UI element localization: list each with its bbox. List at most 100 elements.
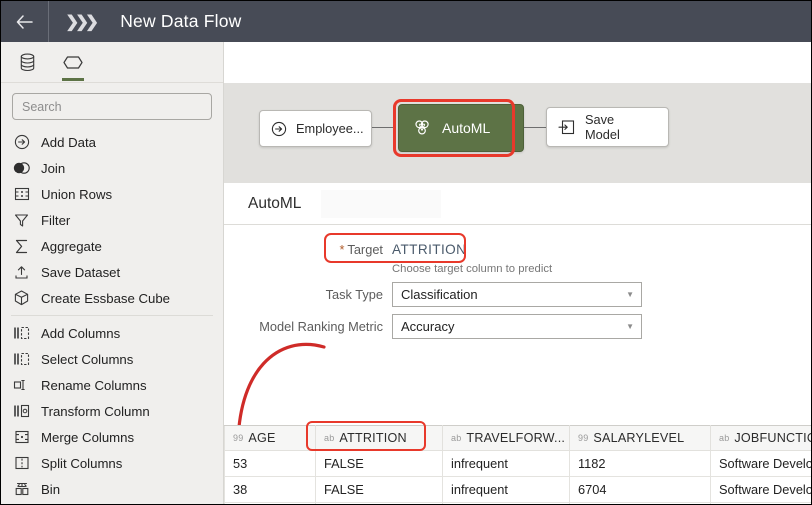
flow-node-employee[interactable]: Employee... xyxy=(259,110,372,147)
task-type-label: Task Type xyxy=(325,287,383,302)
sidebar-item-merge-columns[interactable]: Merge Columns xyxy=(1,424,223,450)
arrow-circle-icon xyxy=(12,133,31,152)
automl-form: * Target ATTRITION Choose target column t… xyxy=(224,225,811,339)
target-label-text: Target xyxy=(347,242,383,257)
sidebar-tab-database[interactable] xyxy=(13,47,41,77)
column-header-label: AGE xyxy=(248,431,276,445)
merge-columns-icon xyxy=(12,428,31,447)
column-type-mark: 99 xyxy=(233,433,244,443)
sidebar-item-transform-column[interactable]: Transform Column xyxy=(1,398,223,424)
sidebar-item-save-dataset[interactable]: Save Dataset xyxy=(1,259,223,285)
ranking-metric-label: Model Ranking Metric xyxy=(259,319,383,334)
target-value[interactable]: ATTRITION xyxy=(392,242,466,257)
database-icon xyxy=(20,53,34,71)
data-table: 99 AGE ab ATTRITION ab TRAVELFORW... 99 SALA… xyxy=(224,425,811,504)
cell: 1182 xyxy=(569,450,711,477)
sidebar-item-rename-columns[interactable]: Rename Columns xyxy=(1,372,223,398)
top-header-bar: ❯❯❯ New Data Flow xyxy=(1,1,811,42)
cube-icon xyxy=(12,289,31,308)
sidebar-item-add-data[interactable]: Add Data xyxy=(1,129,223,155)
column-header-salarylevel[interactable]: 99 SALARYLEVEL xyxy=(569,425,711,451)
sidebar-item-label: Select Columns xyxy=(41,351,134,367)
ranking-metric-select[interactable]: Accuracy ▼ xyxy=(392,314,642,339)
select-columns-icon xyxy=(12,350,31,369)
column-header-attrition[interactable]: ab ATTRITION xyxy=(315,425,443,451)
sidebar-item-label: Add Data xyxy=(41,134,96,150)
cell: Software Developer xyxy=(710,476,811,503)
sidebar-item-label: Union Rows xyxy=(41,186,113,202)
sidebar-item-label: Save Dataset xyxy=(41,264,121,280)
page-title: New Data Flow xyxy=(120,11,242,31)
sidebar-item-aggregate[interactable]: Aggregate xyxy=(1,233,223,259)
sidebar-item-bin[interactable]: Bin xyxy=(1,476,223,502)
panel-tab-filler xyxy=(321,189,442,218)
flow-node-label: Employee... xyxy=(296,120,364,136)
column-header-travelforwork[interactable]: ab TRAVELFORW... xyxy=(442,425,570,451)
automl-icon xyxy=(415,120,429,135)
cell: FALSE xyxy=(315,450,443,477)
column-header-jobfunction[interactable]: ab JOBFUNCTION xyxy=(710,425,811,451)
flow-node-label: AutoML xyxy=(442,119,491,136)
cell: infrequent xyxy=(442,476,570,503)
column-header-label: JOBFUNCTION xyxy=(734,431,811,445)
sigma-icon xyxy=(12,237,31,256)
double-chevron-icon[interactable]: ❯❯❯ xyxy=(65,12,99,32)
table-row[interactable]: 53 FALSE infrequent 1182 Software Develo… xyxy=(224,450,811,477)
sidebar-item-select-columns[interactable]: Select Columns xyxy=(1,346,223,372)
sidebar-item-add-columns[interactable]: Add Columns xyxy=(1,320,223,346)
flow-node-label: Save Model xyxy=(585,112,620,142)
sidebar-item-label: Join xyxy=(41,160,66,176)
search-container xyxy=(1,83,223,126)
task-type-select[interactable]: Classification ▼ xyxy=(392,282,642,307)
ranking-metric-row: Model Ranking Metric Accuracy ▼ xyxy=(224,314,811,339)
back-arrow-icon xyxy=(16,14,33,29)
sidebar-divider xyxy=(11,315,213,316)
sidebar: Add Data Join xyxy=(1,42,224,504)
save-model-line2: Model xyxy=(585,127,620,142)
column-header-label: ATTRITION xyxy=(339,431,407,445)
target-hint: Choose target column to predict xyxy=(392,263,553,275)
sidebar-item-label: Filter xyxy=(41,212,71,228)
column-header-label: TRAVELFORW... xyxy=(466,431,566,445)
cell: Software Developer xyxy=(710,450,811,477)
transform-column-icon xyxy=(12,402,31,421)
tab-automl[interactable]: AutoML xyxy=(242,183,307,224)
column-header-age[interactable]: 99 AGE xyxy=(224,425,316,451)
column-type-mark: ab xyxy=(324,433,335,443)
column-type-mark: ab xyxy=(719,433,730,443)
data-grid: 99 AGE ab ATTRITION ab TRAVELFORW... 99 SALA… xyxy=(224,421,811,504)
sidebar-item-split-columns[interactable]: Split Columns xyxy=(1,450,223,476)
sidebar-tab-dataflow[interactable] xyxy=(59,47,87,81)
cell: infrequent xyxy=(442,450,570,477)
union-rows-icon xyxy=(12,185,31,204)
table-body: 53 FALSE infrequent 1182 Software Develo… xyxy=(224,450,811,504)
sidebar-tabs xyxy=(1,42,223,83)
search-input[interactable] xyxy=(12,93,212,120)
column-type-mark: 99 xyxy=(578,433,589,443)
target-label: * Target xyxy=(224,242,392,257)
sidebar-item-join[interactable]: Join xyxy=(1,155,223,181)
add-columns-icon xyxy=(12,324,31,343)
cell: 6704 xyxy=(569,476,711,503)
flow-node-save-model[interactable]: Save Model xyxy=(546,107,669,147)
sidebar-item-label: Transform Column xyxy=(41,403,150,419)
save-model-icon xyxy=(558,119,575,134)
header-divider xyxy=(48,1,49,42)
save-model-line1: Save xyxy=(585,111,615,127)
sidebar-item-create-essbase-cube[interactable]: Create Essbase Cube xyxy=(1,285,223,311)
sidebar-item-union-rows[interactable]: Union Rows xyxy=(1,181,223,207)
task-type-row: Task Type Classification ▼ xyxy=(224,282,811,307)
back-button[interactable] xyxy=(1,1,48,42)
sidebar-item-filter[interactable]: Filter xyxy=(1,207,223,233)
table-header-row: 99 AGE ab ATTRITION ab TRAVELFORW... 99 SALA… xyxy=(224,425,811,451)
sidebar-item-label: Bin xyxy=(41,481,61,497)
bin-icon xyxy=(12,480,31,499)
sidebar-item-list: Add Data Join Union Rows Filter Aggregat… xyxy=(1,126,223,504)
sidebar-item-label: Aggregate xyxy=(41,238,102,254)
sidebar-item-label: Create Essbase Cube xyxy=(41,290,171,306)
flow-node-automl[interactable]: AutoML xyxy=(398,104,524,152)
table-row[interactable]: 38 FALSE infrequent 6704 Software Develo… xyxy=(224,476,811,503)
upload-icon xyxy=(12,263,31,282)
panel-tab-bar: AutoML xyxy=(224,183,811,225)
ranking-metric-value: Accuracy xyxy=(401,319,455,334)
